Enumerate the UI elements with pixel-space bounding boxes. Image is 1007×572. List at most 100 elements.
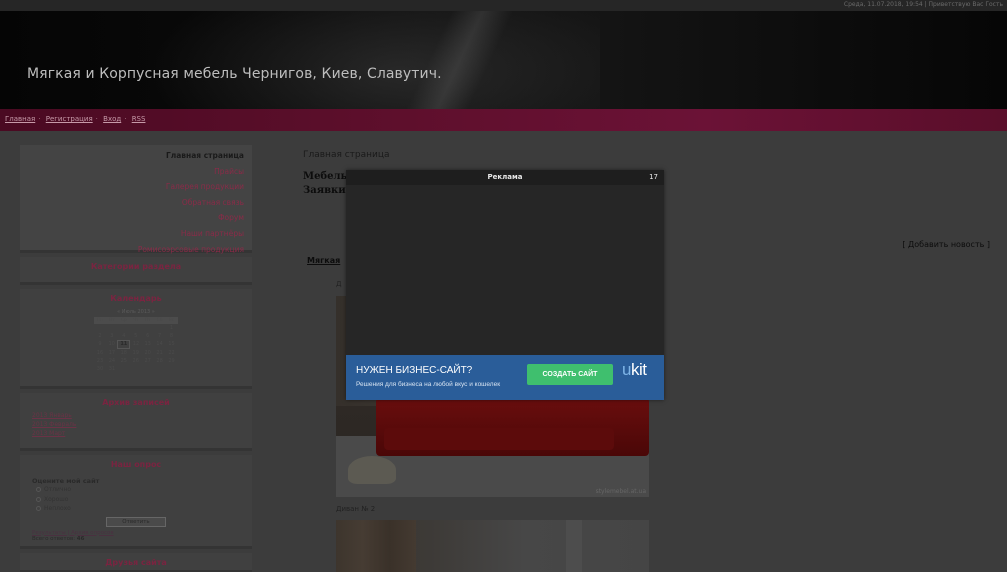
calendar-day[interactable]: 19 [130, 349, 142, 357]
calendar-day-header: Чт [129, 317, 142, 324]
add-news-link[interactable]: [ Добавить новость ] [902, 240, 990, 249]
menu-item-prices[interactable]: Прайсы [20, 164, 252, 180]
calendar-day[interactable]: 16 [94, 349, 106, 357]
poll-option[interactable]: Отлично [20, 485, 252, 495]
calendar-day[interactable]: 24 [106, 357, 118, 365]
calendar-day[interactable]: 1 [166, 324, 178, 332]
calendar-week: 23 24 25 26 27 28 29 [94, 357, 178, 365]
calendar-day[interactable]: 11 [117, 339, 131, 350]
site-title: Мягкая и Корпусная мебель Чернигов, Киев… [27, 66, 442, 82]
nav-link-home[interactable]: Главная [5, 115, 35, 123]
ad-video-area[interactable] [346, 185, 664, 355]
calendar-day[interactable]: 9 [94, 340, 106, 348]
calendar-day [118, 365, 130, 373]
calendar-day[interactable]: 25 [118, 357, 130, 365]
calendar-day [94, 324, 106, 332]
archive-block: Архив записей 2013 Январь 2013 Февраль 2… [20, 393, 252, 451]
calendar-day[interactable]: 3 [106, 332, 118, 340]
calendar-day[interactable]: 27 [142, 357, 154, 365]
calendar-day[interactable]: 26 [130, 357, 142, 365]
menu-item-forum[interactable]: Форум [20, 210, 252, 226]
calendar-day[interactable]: 4 [118, 332, 130, 340]
page-heading: Главная страница [303, 150, 390, 160]
calendar-day-header: Вт [105, 317, 118, 324]
calendar-body: 1 2 3 4 5 6 7 8 9 10 11 12 13 14 15 16 17 18 19 20 21 22 23 24 2… [94, 324, 178, 373]
calendar-day [154, 365, 166, 373]
news-title-link[interactable]: Мягкая [307, 256, 340, 265]
calendar-week: 30 31 [94, 365, 178, 373]
calendar-day[interactable]: 5 [130, 332, 142, 340]
calendar-week: 9 10 11 12 13 14 15 [94, 339, 178, 350]
logo-part: u [622, 360, 631, 379]
calendar-week: 1 [94, 324, 178, 332]
site-menu: Главная страница Прайсы Галерея продукци… [20, 145, 252, 254]
friends-title: Друзья сайта [105, 558, 167, 567]
calendar-day[interactable]: 28 [154, 357, 166, 365]
ad-label: Реклама [487, 173, 523, 181]
calendar-day [130, 324, 142, 332]
nav-bar: Главная · Регистрация · Вход · RSS [0, 109, 1007, 131]
ad-popup: Реклама 17 НУЖЕН БИЗНЕС-САЙТ? Решения дл… [346, 170, 664, 400]
poll-submit-button[interactable]: Ответить [106, 516, 166, 527]
calendar-day[interactable]: 8 [166, 332, 178, 340]
calendar-day[interactable]: 18 [118, 349, 130, 357]
archive-link[interactable]: 2013 Январь [32, 411, 252, 420]
poll-total-value: 46 [76, 535, 85, 542]
calendar-week: 2345678 [94, 332, 178, 340]
calendar-day[interactable]: 2 [94, 332, 106, 340]
ad-headline: НУЖЕН БИЗНЕС-САЙТ? [356, 365, 473, 376]
poll-links[interactable]: Результаты | Архив опросов [20, 527, 252, 536]
calendar: « Июль 2013 » Пн Вт Ср Чт Пт Сб Вс 12345… [94, 309, 178, 373]
second-product-photo[interactable] [336, 520, 649, 572]
calendar-day[interactable]: 30 [94, 365, 106, 373]
calendar-day[interactable]: 29 [166, 357, 178, 365]
calendar-day[interactable]: 31 [106, 365, 118, 373]
poll-total: Всего ответов: 46 [20, 536, 252, 542]
nav-link-register[interactable]: Регистрация [46, 115, 93, 123]
menu-item-partners[interactable]: Наши партнёры [20, 226, 252, 242]
calendar-day[interactable]: 22 [166, 349, 178, 357]
poll-question: Оцените мой сайт [32, 477, 100, 485]
calendar-day [106, 324, 118, 332]
calendar-day[interactable]: 14 [154, 340, 166, 348]
calendar-day[interactable]: 7 [154, 332, 166, 340]
calendar-day[interactable]: 20 [142, 349, 154, 357]
calendar-day-header: Вс [165, 317, 178, 324]
archive-link[interactable]: 2013 Март [32, 429, 252, 438]
menu-item-gallery[interactable]: Галерея продукции [20, 179, 252, 195]
calendar-day[interactable]: 12 [130, 340, 142, 348]
poll-option[interactable]: Хорошо [20, 495, 252, 505]
calendar-day[interactable]: 17 [106, 349, 118, 357]
photo-lamp [566, 520, 582, 572]
calendar-day[interactable]: 21 [154, 349, 166, 357]
item-label: Д [336, 280, 342, 288]
menu-item-home[interactable]: Главная страница [20, 148, 252, 164]
calendar-day[interactable]: 6 [142, 332, 154, 340]
radio-button[interactable] [36, 506, 41, 511]
categories-block: Категории раздела [20, 257, 252, 285]
header-decoration [380, 11, 540, 109]
calendar-month[interactable]: « Июль 2013 » [94, 309, 178, 315]
menu-item-feedback[interactable]: Обратная связь [20, 195, 252, 211]
calendar-day [118, 324, 130, 332]
archive-link[interactable]: 2013 Февраль [32, 420, 252, 429]
nav-link-rss[interactable]: RSS [132, 115, 146, 123]
menu-item-products[interactable]: Ромисоэрсовые продукция [20, 242, 252, 258]
calendar-day-header: Ср [117, 317, 130, 324]
poll-title: Наш опрос [110, 460, 162, 469]
nav-link-login[interactable]: Вход [103, 115, 121, 123]
logo-part: kit [630, 360, 647, 379]
categories-title: Категории раздела [90, 262, 182, 271]
calendar-day[interactable]: 10 [106, 340, 118, 348]
calendar-day[interactable]: 15 [166, 340, 178, 348]
ad-banner[interactable]: НУЖЕН БИЗНЕС-САЙТ? Решения для бизнеса н… [346, 355, 664, 400]
poll-option[interactable]: Неплохо [20, 504, 252, 514]
calendar-day[interactable]: 23 [94, 357, 106, 365]
hat-decoration [348, 456, 396, 484]
create-site-button[interactable]: СОЗДАТЬ САЙТ [527, 364, 613, 385]
calendar-day[interactable]: 13 [142, 340, 154, 348]
radio-button[interactable] [36, 487, 41, 492]
calendar-day-header: Пт [141, 317, 154, 324]
calendar-block: Календарь « Июль 2013 » Пн Вт Ср Чт Пт С… [20, 289, 252, 389]
radio-button[interactable] [36, 496, 41, 502]
